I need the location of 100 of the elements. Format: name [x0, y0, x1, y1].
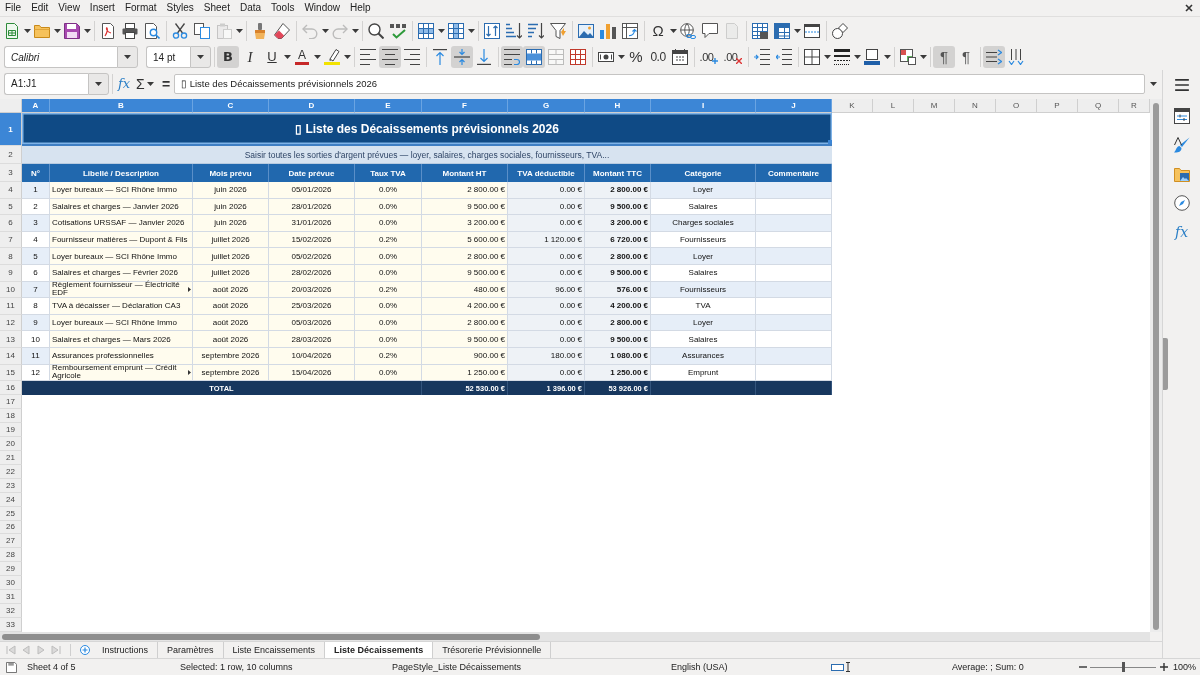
special-character-button[interactable]: Ω [647, 19, 677, 42]
left-to-right-button[interactable]: ¶ [933, 46, 955, 68]
row-header[interactable]: 18 [0, 409, 22, 423]
row-header[interactable]: 4 [0, 182, 22, 199]
slider-thumb[interactable] [1121, 662, 1125, 672]
column-header[interactable]: C [193, 99, 269, 113]
dropdown-button[interactable] [117, 46, 138, 68]
italic-button[interactable]: I [239, 46, 261, 68]
column-header[interactable]: Q [1078, 99, 1119, 113]
column-header[interactable]: N [955, 99, 996, 113]
column-header[interactable]: R [1119, 99, 1150, 113]
bold-button[interactable]: B [217, 46, 239, 68]
dropdown-button[interactable] [88, 72, 109, 95]
delete-decimal-button[interactable]: .00 [721, 46, 745, 68]
table-cell: 3 200.00 € [585, 215, 651, 232]
scrollbar-thumb[interactable] [2, 633, 540, 640]
menu-item[interactable]: View [53, 0, 85, 16]
borders-button[interactable] [801, 46, 831, 68]
font-size-field[interactable]: 14 pt [146, 46, 190, 68]
percent-button[interactable]: % [625, 46, 647, 68]
row-header[interactable]: 29 [0, 562, 22, 577]
column-header[interactable]: O [996, 99, 1037, 113]
row-header[interactable]: 11 [0, 298, 22, 315]
border-style-button[interactable] [831, 46, 861, 68]
scrollbar-thumb[interactable] [1153, 103, 1159, 630]
zoom-in-button[interactable] [1159, 661, 1168, 673]
formula-input[interactable]: ▯ Liste des Décaissements prévisionnels 2026 [174, 73, 1145, 94]
column-header[interactable]: I [651, 99, 756, 113]
row-header[interactable]: 3 [0, 164, 22, 182]
font-color-button[interactable]: A [291, 46, 321, 68]
date-button[interactable] [669, 46, 691, 68]
row-header[interactable]: 30 [0, 576, 22, 591]
right-to-left-button[interactable]: ¶ [955, 46, 977, 68]
border-color-button[interactable] [861, 46, 891, 68]
column-header[interactable]: E [355, 99, 422, 113]
column-header[interactable]: A [22, 99, 50, 113]
number-button[interactable]: 0.0 [647, 46, 669, 68]
row-header[interactable]: 17 [0, 395, 22, 410]
decrease-indent-button[interactable] [773, 46, 795, 68]
highlighting-button[interactable] [321, 46, 351, 68]
column-header[interactable]: P [1037, 99, 1078, 113]
menu-item[interactable]: Styles [161, 0, 199, 16]
sheet-tab[interactable]: Paramètres [158, 642, 224, 658]
dropdown-button[interactable] [190, 46, 211, 68]
column-header[interactable]: M [914, 99, 955, 113]
sheet-tab[interactable]: Instructions [93, 642, 159, 658]
row-header[interactable]: 28 [0, 548, 22, 563]
formula-button[interactable]: = [159, 72, 173, 95]
fill-handle[interactable] [828, 140, 832, 144]
column-header[interactable]: F [422, 99, 508, 113]
column-header[interactable]: J [756, 99, 832, 113]
sheet-tab[interactable]: Trésorerie Prévisionnelle [433, 642, 552, 658]
row-header[interactable]: 1 [0, 113, 22, 146]
increase-indent-button[interactable] [751, 46, 773, 68]
column-header[interactable]: L [873, 99, 914, 113]
align-right-button[interactable] [401, 46, 423, 68]
wrap-text-button[interactable] [501, 46, 523, 68]
menu-item[interactable]: File [0, 0, 27, 16]
column-header[interactable]: H [585, 99, 651, 113]
align-center-button[interactable] [379, 46, 401, 68]
merge-center-button[interactable] [523, 46, 545, 68]
horizontal-scrollbar[interactable] [0, 632, 1150, 641]
row-header[interactable]: 8 [0, 248, 22, 265]
row-header[interactable]: 6 [0, 215, 22, 232]
autosum-button[interactable]: Σ [134, 72, 159, 95]
column-header[interactable]: D [269, 99, 355, 113]
unmerge-cells-button[interactable] [567, 46, 589, 68]
menu-item[interactable]: Insert [84, 0, 120, 16]
close-document-button[interactable] [1184, 3, 1194, 13]
row-header[interactable]: 27 [0, 534, 22, 549]
menu-item[interactable]: Help [345, 0, 376, 16]
function-wizard-button[interactable]: fx [114, 72, 134, 95]
conditional-button[interactable] [897, 46, 927, 68]
column-header[interactable]: G [508, 99, 585, 113]
row-header[interactable]: 32 [0, 604, 22, 619]
menu-item[interactable]: Data [234, 0, 267, 16]
row-header[interactable]: 2 [0, 146, 22, 164]
column-header[interactable]: K [832, 99, 873, 113]
menu-item[interactable]: Tools [266, 0, 300, 16]
row-header[interactable]: 13 [0, 331, 22, 348]
sheet-tab[interactable]: Liste Décaissements [325, 642, 434, 658]
name-box[interactable]: A1:J1 [4, 72, 88, 95]
sidebar-handle[interactable] [1163, 338, 1168, 390]
underline-button[interactable]: U [261, 46, 291, 68]
row-header[interactable]: 33 [0, 618, 22, 632]
menu-item[interactable]: Window [299, 0, 345, 16]
font-name-field[interactable]: Calibri [4, 46, 117, 68]
vertical-scrollbar[interactable] [1150, 99, 1162, 632]
add-sheet-button[interactable] [78, 642, 92, 658]
menu-item[interactable]: Edit [26, 0, 54, 16]
functions-deck-button[interactable]: fx [1166, 217, 1197, 246]
text-direction-button[interactable] [983, 46, 1005, 68]
menu-item[interactable]: Sheet [198, 0, 235, 16]
column-header[interactable]: B [50, 99, 193, 113]
row-header[interactable]: 16 [0, 381, 22, 396]
grid-corner-block-icon [752, 22, 768, 39]
align-left-button[interactable] [357, 46, 379, 68]
menu-item[interactable]: Format [119, 0, 162, 16]
row-header[interactable]: 31 [0, 590, 22, 605]
add-decimal-button[interactable]: .00 [697, 46, 721, 68]
